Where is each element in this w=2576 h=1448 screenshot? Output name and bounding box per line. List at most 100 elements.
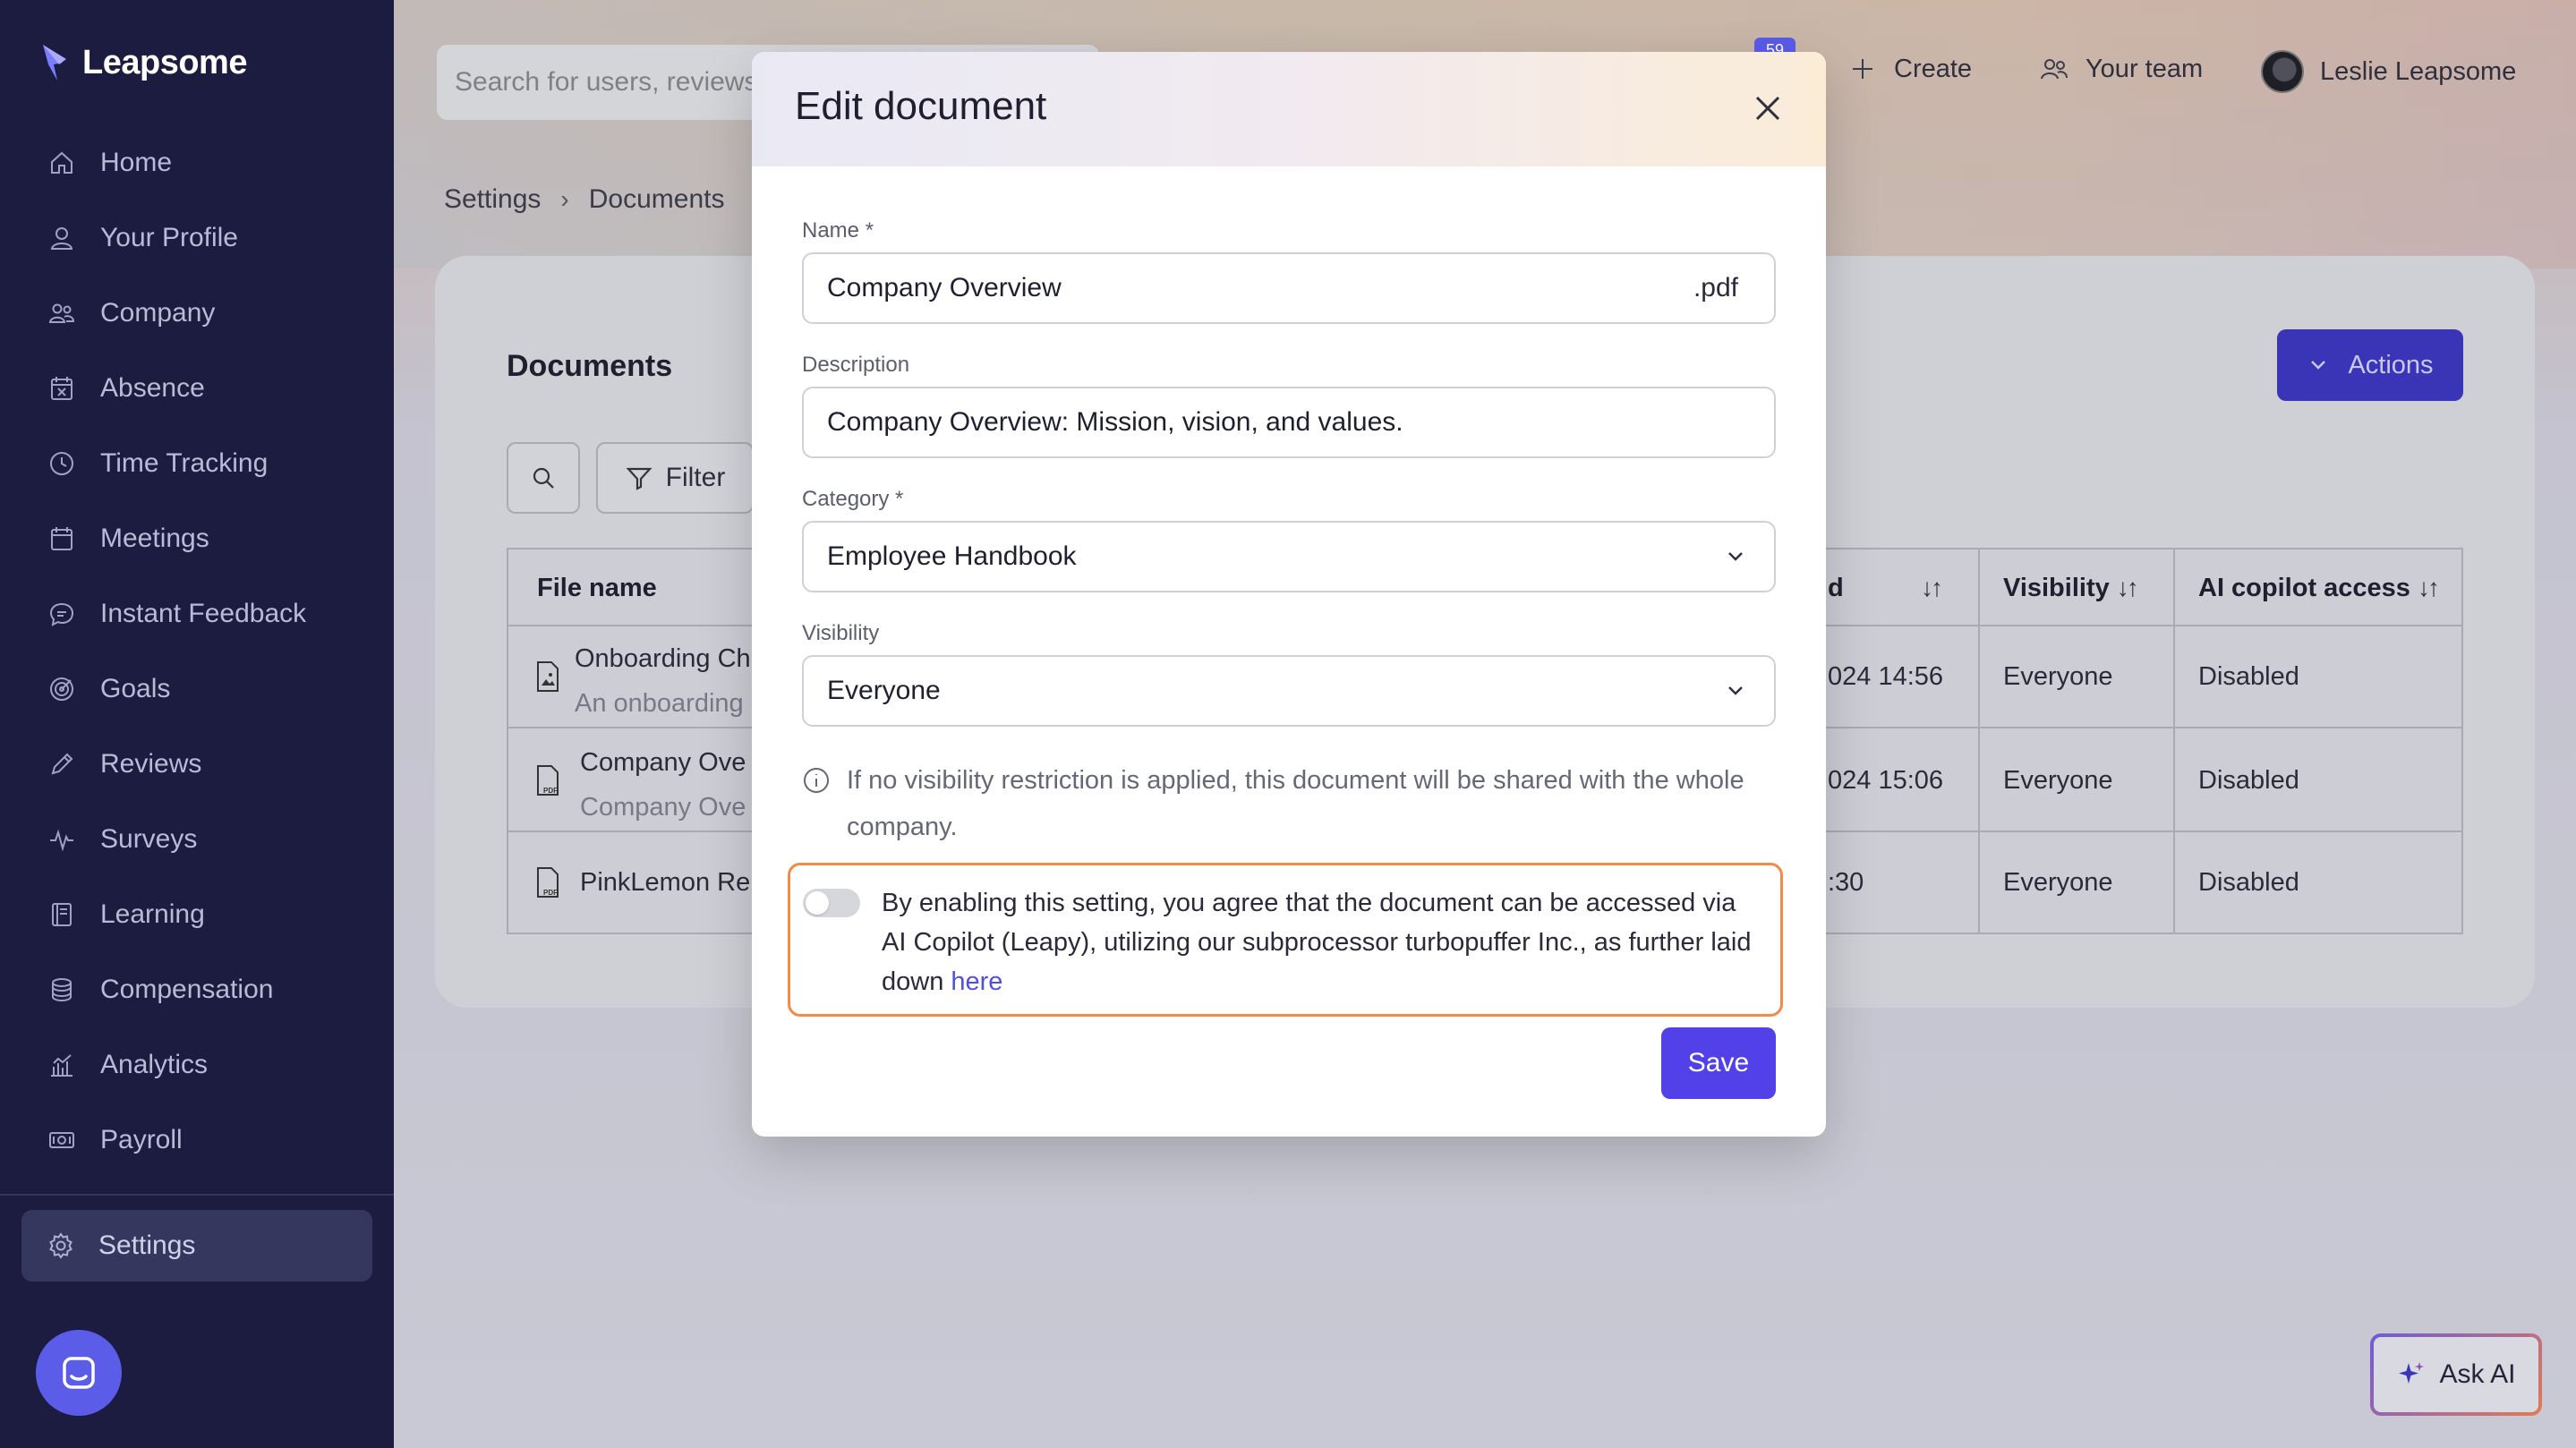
your-team-button[interactable]: Your team [2039, 54, 2203, 84]
ask-ai-button[interactable]: Ask AI [2370, 1333, 2542, 1416]
sidebar-item-label: Reviews [100, 749, 202, 779]
support-chat-button[interactable] [36, 1330, 122, 1416]
dialog-title: Edit document [795, 84, 1047, 128]
plus-icon [1853, 59, 1872, 79]
sidebar-item-home[interactable]: Home [21, 125, 372, 200]
sidebar: Leapsome Home Your Profile Company Absen… [0, 0, 394, 1448]
name-label: Name * [802, 218, 874, 243]
file-name: Company Ove [580, 748, 746, 777]
sidebar-item-label: Meetings [100, 524, 209, 553]
breadcrumb-settings[interactable]: Settings [444, 184, 541, 215]
sort-icon: ↓↑ [2417, 574, 2440, 601]
visibility-label: Visibility [802, 621, 880, 645]
category-value: Employee Handbook [827, 541, 1077, 571]
visibility-value: Everyone [2003, 662, 2113, 691]
money-icon [47, 1125, 77, 1155]
ask-ai-label: Ask AI [2439, 1359, 2516, 1389]
visibility-info: If no visibility restriction is applied,… [802, 757, 1751, 850]
actions-button[interactable]: Actions [2277, 329, 2463, 401]
column-header-updated[interactable]: d [1828, 549, 1844, 626]
column-header-ai-copilot-access[interactable]: AI copilot access ↓↑ [2198, 549, 2440, 626]
ai-copilot-consent: By enabling this setting, you agree that… [788, 863, 1783, 1017]
create-button[interactable]: Create [1847, 54, 1972, 84]
file-description: Company Ove [580, 793, 746, 822]
people-icon [47, 298, 77, 328]
team-icon [2041, 59, 2068, 80]
consent-text: By enabling this setting, you agree that… [882, 883, 1759, 1001]
user-menu[interactable]: Leslie Leapsome [2261, 50, 2516, 93]
ai-access-value: Disabled [2198, 662, 2299, 691]
file-name: Onboarding Ch [575, 644, 751, 673]
pencil-icon [47, 749, 77, 779]
user-icon [47, 223, 77, 253]
column-header-file-name[interactable]: File name [537, 549, 657, 626]
sidebar-item-payroll[interactable]: Payroll [21, 1103, 372, 1178]
sidebar-item-surveys[interactable]: Surveys [21, 802, 372, 877]
search-icon [533, 467, 554, 489]
filter-icon [626, 467, 653, 490]
sidebar-item-analytics[interactable]: Analytics [21, 1027, 372, 1103]
sidebar-item-meetings[interactable]: Meetings [21, 501, 372, 576]
sort-icon[interactable]: ↓↑ [1921, 549, 1943, 626]
sidebar-item-reviews[interactable]: Reviews [21, 727, 372, 802]
sidebar-item-label: Surveys [100, 824, 198, 854]
consent-here-link[interactable]: here [951, 967, 1002, 996]
sidebar-item-compensation[interactable]: Compensation [21, 952, 372, 1027]
column-header-visibility[interactable]: Visibility ↓↑ [2003, 549, 2139, 626]
updated-at: 024 14:56 [1828, 662, 1944, 691]
visibility-value: Everyone [2003, 766, 2113, 795]
breadcrumb: Settings › Documents [444, 184, 724, 215]
description-field[interactable]: Company Overview: Mission, vision, and v… [802, 387, 1776, 458]
sidebar-item-settings[interactable]: Settings [21, 1210, 372, 1282]
sort-icon: ↓↑ [2116, 574, 2139, 601]
visibility-value: Everyone [827, 676, 941, 705]
sidebar-item-label: Compensation [100, 975, 274, 1004]
home-icon [47, 148, 77, 178]
filter-button[interactable]: Filter [596, 442, 754, 514]
clock-icon [47, 448, 77, 479]
sidebar-item-learning[interactable]: Learning [21, 877, 372, 952]
file-extension: .pdf [1693, 273, 1738, 302]
filter-label: Filter [665, 463, 726, 492]
name-value: Company Overview [827, 273, 1062, 302]
pdf-file-icon: PDF [537, 765, 559, 796]
target-icon [47, 674, 77, 704]
visibility-select[interactable]: Everyone [802, 655, 1776, 727]
visibility-value: Everyone [2003, 868, 2113, 897]
file-name: PinkLemon Re [580, 868, 751, 897]
sidebar-item-label: Absence [100, 373, 205, 403]
sidebar-item-company[interactable]: Company [21, 276, 372, 351]
sidebar-item-label: Time Tracking [100, 448, 269, 478]
chat-widget-icon [63, 1357, 95, 1389]
chevron-right-icon: › [560, 185, 569, 213]
sidebar-item-time-tracking[interactable]: Time Tracking [21, 426, 372, 501]
category-select[interactable]: Employee Handbook [802, 521, 1776, 592]
info-icon [804, 768, 829, 793]
name-field[interactable]: Company Overview .pdf [802, 252, 1776, 324]
description-value: Company Overview: Mission, vision, and v… [827, 407, 1403, 437]
ai-copilot-toggle[interactable] [803, 889, 860, 917]
sidebar-item-your-profile[interactable]: Your Profile [21, 200, 372, 276]
chat-icon [47, 599, 77, 629]
sidebar-item-goals[interactable]: Goals [21, 652, 372, 727]
create-label: Create [1894, 54, 1973, 83]
app-name: Leapsome [82, 43, 247, 81]
sidebar-item-instant-feedback[interactable]: Instant Feedback [21, 576, 372, 652]
leapsome-logo-icon [43, 45, 66, 81]
leapsome-logo[interactable]: Leapsome [39, 41, 247, 84]
ai-access-value: Disabled [2198, 766, 2299, 795]
sidebar-item-label: Company [100, 298, 216, 328]
pdf-file-icon: PDF [537, 867, 559, 898]
ai-access-value: Disabled [2198, 868, 2299, 897]
category-label: Category * [802, 487, 904, 511]
sidebar-item-label: Analytics [100, 1050, 209, 1079]
sidebar-divider [0, 1194, 394, 1196]
chevron-down-icon [1728, 552, 1743, 561]
calendar-icon [47, 524, 77, 554]
breadcrumb-documents: Documents [588, 184, 725, 214]
search-button[interactable] [507, 442, 580, 514]
save-button[interactable]: Save [1661, 1027, 1776, 1099]
close-button[interactable] [1745, 86, 1790, 131]
sidebar-item-absence[interactable]: Absence [21, 351, 372, 426]
book-icon [47, 899, 77, 930]
